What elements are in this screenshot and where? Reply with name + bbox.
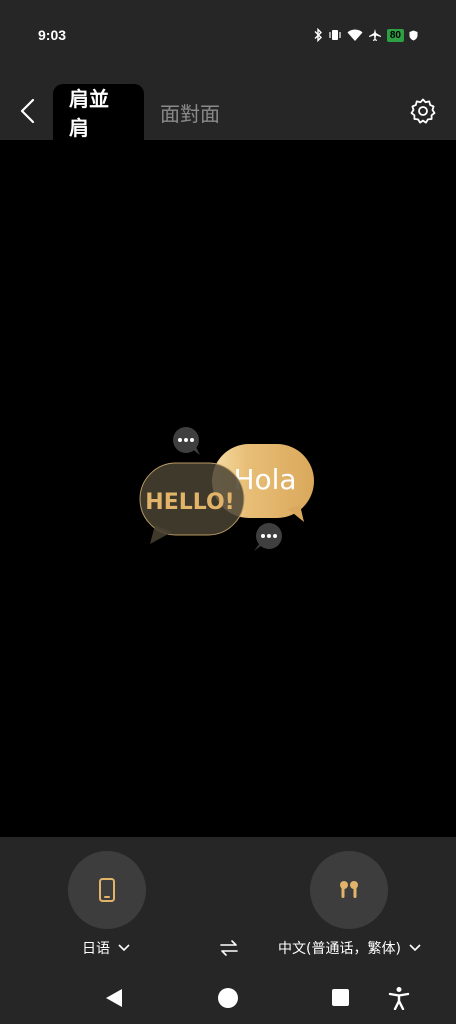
settings-gear-icon xyxy=(410,98,436,124)
status-time: 9:03 xyxy=(38,27,67,43)
typing-dots-icon xyxy=(173,427,200,455)
recents-square-icon[interactable] xyxy=(332,989,349,1006)
shield-icon xyxy=(409,30,418,41)
back-triangle-icon[interactable] xyxy=(104,988,124,1008)
chevron-down-icon xyxy=(118,944,130,952)
earbuds-device-button[interactable] xyxy=(310,851,388,929)
app-header: 肩並肩 面對面 xyxy=(0,72,456,140)
status-bar: 9:03 80 xyxy=(0,0,456,72)
tab-face-to-face[interactable]: 面對面 xyxy=(144,84,236,140)
tab-side-by-side[interactable]: 肩並肩 xyxy=(53,84,144,140)
settings-button[interactable] xyxy=(410,98,436,124)
swap-languages-button[interactable] xyxy=(218,937,240,959)
back-arrow-icon xyxy=(20,98,35,124)
phone-device-button[interactable] xyxy=(68,851,146,929)
source-language-select[interactable]: 日语 xyxy=(82,938,130,958)
accessibility-icon[interactable] xyxy=(388,986,410,1010)
airplane-icon xyxy=(368,28,382,42)
battery-icon: 80 xyxy=(386,28,404,42)
home-circle-icon[interactable] xyxy=(218,988,238,1008)
typing-dots-icon xyxy=(254,523,282,551)
earbuds-icon xyxy=(340,881,358,898)
system-nav-bar xyxy=(0,966,456,1024)
hello-bubble: HELLO! xyxy=(139,462,245,544)
swap-arrows-icon xyxy=(220,940,238,956)
bluetooth-icon xyxy=(313,28,323,42)
battery-level: 80 xyxy=(386,28,404,42)
chevron-down-icon xyxy=(409,944,421,952)
wifi-icon xyxy=(347,29,363,42)
status-icons: 80 xyxy=(313,28,418,42)
speech-bubbles-illustration: Hola HELLO! xyxy=(139,427,314,551)
translation-area: Hola HELLO! xyxy=(0,140,456,837)
bottom-panel: 日语 中文(普通话，繁体) xyxy=(0,837,456,1024)
back-button[interactable] xyxy=(14,96,44,126)
target-language-select[interactable]: 中文(普通话，繁体) xyxy=(278,938,421,958)
target-language-label: 中文(普通话，繁体) xyxy=(278,941,401,957)
source-language-label: 日语 xyxy=(82,941,110,957)
hello-text: HELLO! xyxy=(145,490,234,515)
phone-icon xyxy=(99,878,115,902)
vibrate-icon xyxy=(328,28,342,42)
